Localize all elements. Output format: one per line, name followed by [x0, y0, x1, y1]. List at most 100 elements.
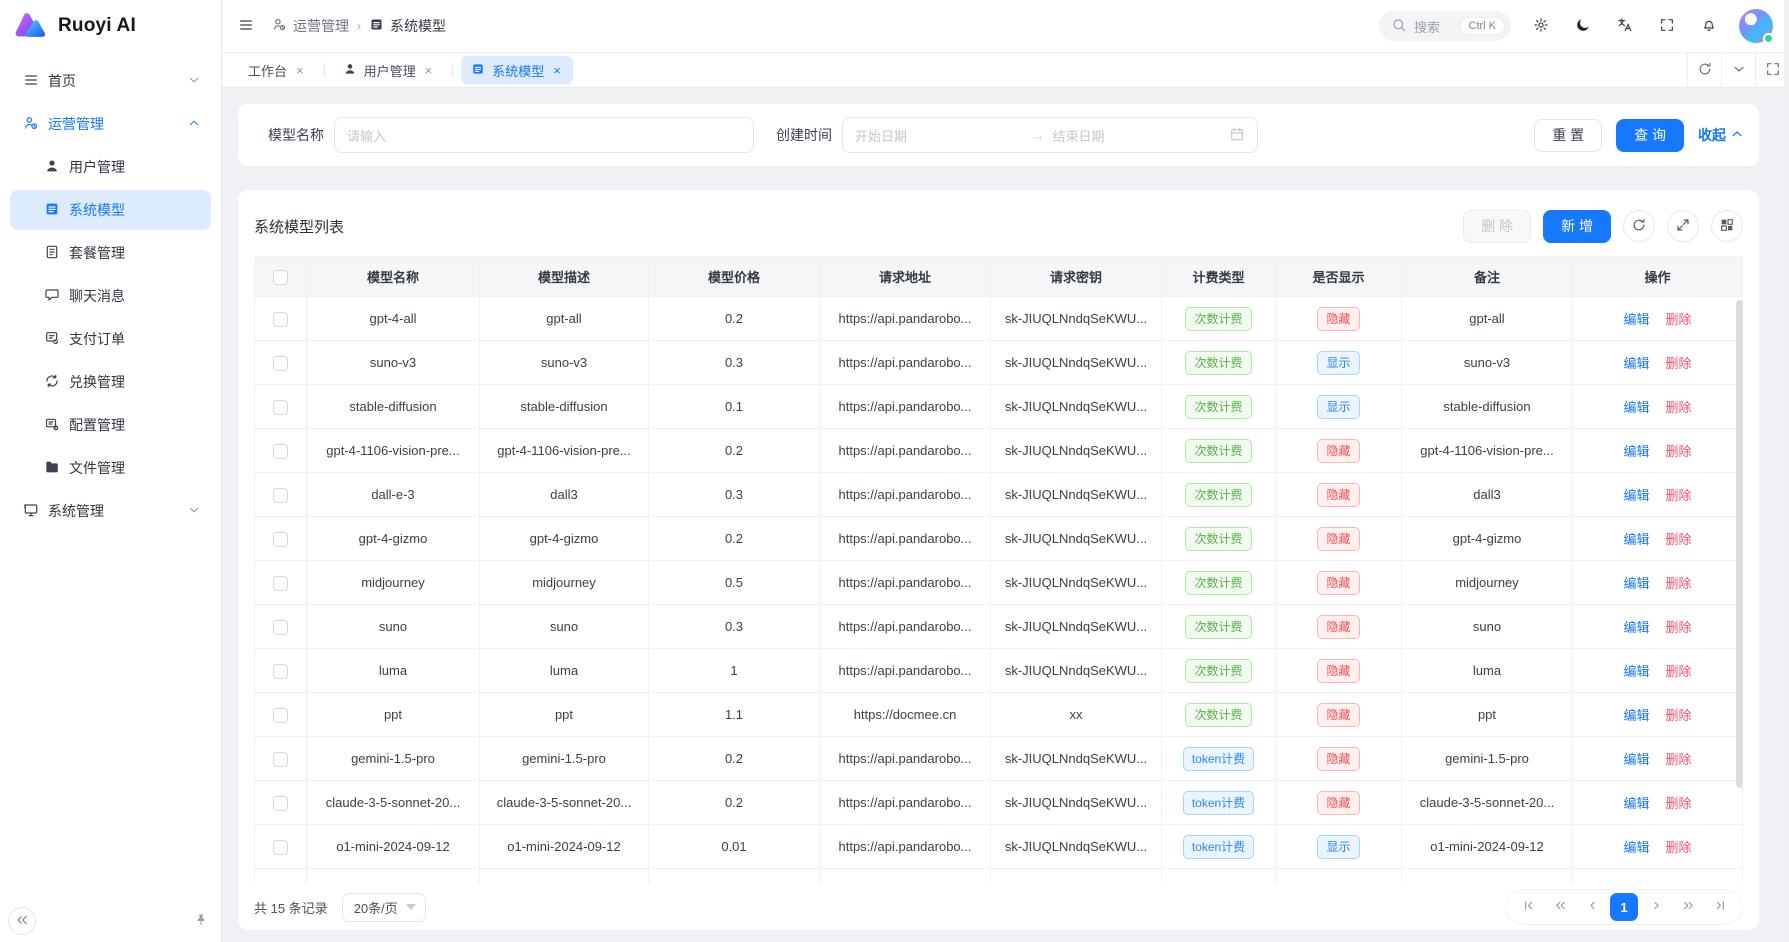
- edit-link[interactable]: 编辑: [1623, 796, 1649, 811]
- global-search[interactable]: 搜索 Ctrl K: [1379, 11, 1511, 41]
- sidebar-item-运营管理[interactable]: 运营管理: [10, 104, 211, 144]
- sidebar-collapse-button[interactable]: [8, 907, 36, 935]
- edit-link[interactable]: 编辑: [1623, 576, 1649, 591]
- cell-remark: o1-mini-2024-09-12: [1402, 825, 1573, 869]
- tab-label: 系统模型: [492, 61, 544, 80]
- row-checkbox[interactable]: [273, 488, 288, 503]
- edit-link[interactable]: 编辑: [1623, 620, 1649, 635]
- brand[interactable]: Ruoyi AI: [0, 0, 221, 52]
- cell-checkbox: [255, 737, 307, 781]
- add-button[interactable]: 新 增: [1543, 210, 1611, 243]
- sidebar-item-首页[interactable]: 首页: [10, 61, 211, 101]
- delete-link[interactable]: 删除: [1666, 620, 1692, 635]
- row-checkbox[interactable]: [273, 444, 288, 459]
- sidebar-item-支付订单[interactable]: 支付订单: [10, 319, 211, 359]
- edit-link[interactable]: 编辑: [1623, 312, 1649, 327]
- delete-link[interactable]: 删除: [1666, 532, 1692, 547]
- select-all-checkbox[interactable]: [273, 270, 288, 285]
- row-checkbox[interactable]: [273, 532, 288, 547]
- first-page-button[interactable]: [1514, 893, 1542, 921]
- refresh-tab-button[interactable]: [1687, 53, 1721, 87]
- close-icon[interactable]: ×: [294, 62, 306, 79]
- page-size-select[interactable]: 20条/页: [342, 893, 426, 922]
- pin-icon[interactable]: [193, 912, 209, 931]
- row-checkbox[interactable]: [273, 576, 288, 591]
- delete-link[interactable]: 删除: [1666, 708, 1692, 723]
- sidebar-item-兑换管理[interactable]: 兑换管理: [10, 362, 211, 402]
- dark-mode-button[interactable]: [1571, 13, 1595, 40]
- tab-工作台[interactable]: 工作台×: [238, 56, 316, 84]
- delete-selected-button[interactable]: 删 除: [1463, 210, 1531, 243]
- row-checkbox[interactable]: [273, 708, 288, 723]
- sidebar-item-套餐管理[interactable]: 套餐管理: [10, 233, 211, 273]
- model-name-input[interactable]: 请输入: [334, 117, 754, 153]
- edit-link[interactable]: 编辑: [1623, 488, 1649, 503]
- delete-link[interactable]: 删除: [1666, 488, 1692, 503]
- query-button[interactable]: 查 询: [1616, 119, 1684, 152]
- tab-用户管理[interactable]: 用户管理×: [333, 56, 445, 84]
- language-button[interactable]: [1613, 13, 1637, 40]
- table-title: 系统模型列表: [254, 216, 344, 237]
- delete-link[interactable]: 删除: [1666, 664, 1692, 679]
- row-checkbox[interactable]: [273, 840, 288, 855]
- settings-button[interactable]: [1529, 13, 1553, 40]
- close-icon[interactable]: ×: [551, 62, 563, 79]
- delete-link[interactable]: 删除: [1666, 400, 1692, 415]
- delete-link[interactable]: 删除: [1666, 796, 1692, 811]
- edit-link[interactable]: 编辑: [1623, 532, 1649, 547]
- table-refresh-button[interactable]: [1623, 210, 1655, 242]
- delete-link[interactable]: 删除: [1666, 444, 1692, 459]
- column-settings-button[interactable]: [1711, 210, 1743, 242]
- page-number-current[interactable]: 1: [1610, 893, 1638, 921]
- edit-link[interactable]: 编辑: [1623, 444, 1649, 459]
- edit-link[interactable]: 编辑: [1623, 356, 1649, 371]
- row-checkbox[interactable]: [273, 796, 288, 811]
- delete-link[interactable]: 删除: [1666, 356, 1692, 371]
- fullscreen-button[interactable]: [1655, 13, 1679, 40]
- next-page-button[interactable]: [1642, 893, 1670, 921]
- delete-link[interactable]: 删除: [1666, 752, 1692, 767]
- next-pages-button[interactable]: [1674, 893, 1702, 921]
- sidebar-item-用户管理[interactable]: 用户管理: [10, 147, 211, 187]
- edit-link[interactable]: 编辑: [1623, 752, 1649, 767]
- last-page-button[interactable]: [1706, 893, 1734, 921]
- row-checkbox[interactable]: [273, 356, 288, 371]
- notifications-button[interactable]: [1697, 13, 1721, 40]
- sidebar-item-系统管理[interactable]: 系统管理: [10, 491, 211, 531]
- window-scrollbar[interactable]: [1784, 0, 1789, 942]
- close-icon[interactable]: ×: [423, 62, 435, 79]
- delete-link[interactable]: 删除: [1666, 576, 1692, 591]
- row-checkbox[interactable]: [273, 312, 288, 327]
- cell-actions: 编辑 删除: [1573, 385, 1743, 429]
- prev-pages-button[interactable]: [1546, 893, 1574, 921]
- edit-link[interactable]: 编辑: [1623, 840, 1649, 855]
- user-avatar[interactable]: [1739, 9, 1773, 43]
- row-checkbox[interactable]: [273, 620, 288, 635]
- row-checkbox[interactable]: [273, 752, 288, 767]
- pg-prev-icon: [1585, 898, 1600, 916]
- table-scrollbar[interactable]: [1736, 300, 1743, 788]
- prev-page-button[interactable]: [1578, 893, 1606, 921]
- row-checkbox[interactable]: [273, 400, 288, 415]
- delete-link[interactable]: 删除: [1666, 840, 1692, 855]
- tabs-menu-button[interactable]: [1721, 53, 1755, 87]
- date-range-input[interactable]: 开始日期 → 结束日期: [842, 117, 1258, 153]
- sidebar-item-系统模型[interactable]: 系统模型: [10, 190, 211, 230]
- breadcrumb-item-系统模型[interactable]: 系统模型: [369, 16, 446, 36]
- edit-link[interactable]: 编辑: [1623, 664, 1649, 679]
- reset-button[interactable]: 重 置: [1534, 119, 1602, 152]
- sidebar-item-文件管理[interactable]: 文件管理: [10, 448, 211, 488]
- delete-link[interactable]: 删除: [1666, 312, 1692, 327]
- table-fullscreen-button[interactable]: [1667, 210, 1699, 242]
- date-range-arrow-icon: →: [1032, 128, 1045, 143]
- tab-系统模型[interactable]: 系统模型 ×: [461, 56, 573, 84]
- breadcrumb-item-运营管理[interactable]: 运营管理: [272, 16, 349, 36]
- sidebar-item-配置管理[interactable]: 配置管理: [10, 405, 211, 445]
- edit-link[interactable]: 编辑: [1623, 708, 1649, 723]
- hamburger-button[interactable]: [234, 13, 258, 40]
- edit-link[interactable]: 编辑: [1623, 400, 1649, 415]
- cell-model-price: 1.1: [649, 693, 820, 737]
- sidebar-item-聊天消息[interactable]: 聊天消息: [10, 276, 211, 316]
- collapse-filter-link[interactable]: 收起: [1698, 125, 1741, 145]
- row-checkbox[interactable]: [273, 664, 288, 679]
